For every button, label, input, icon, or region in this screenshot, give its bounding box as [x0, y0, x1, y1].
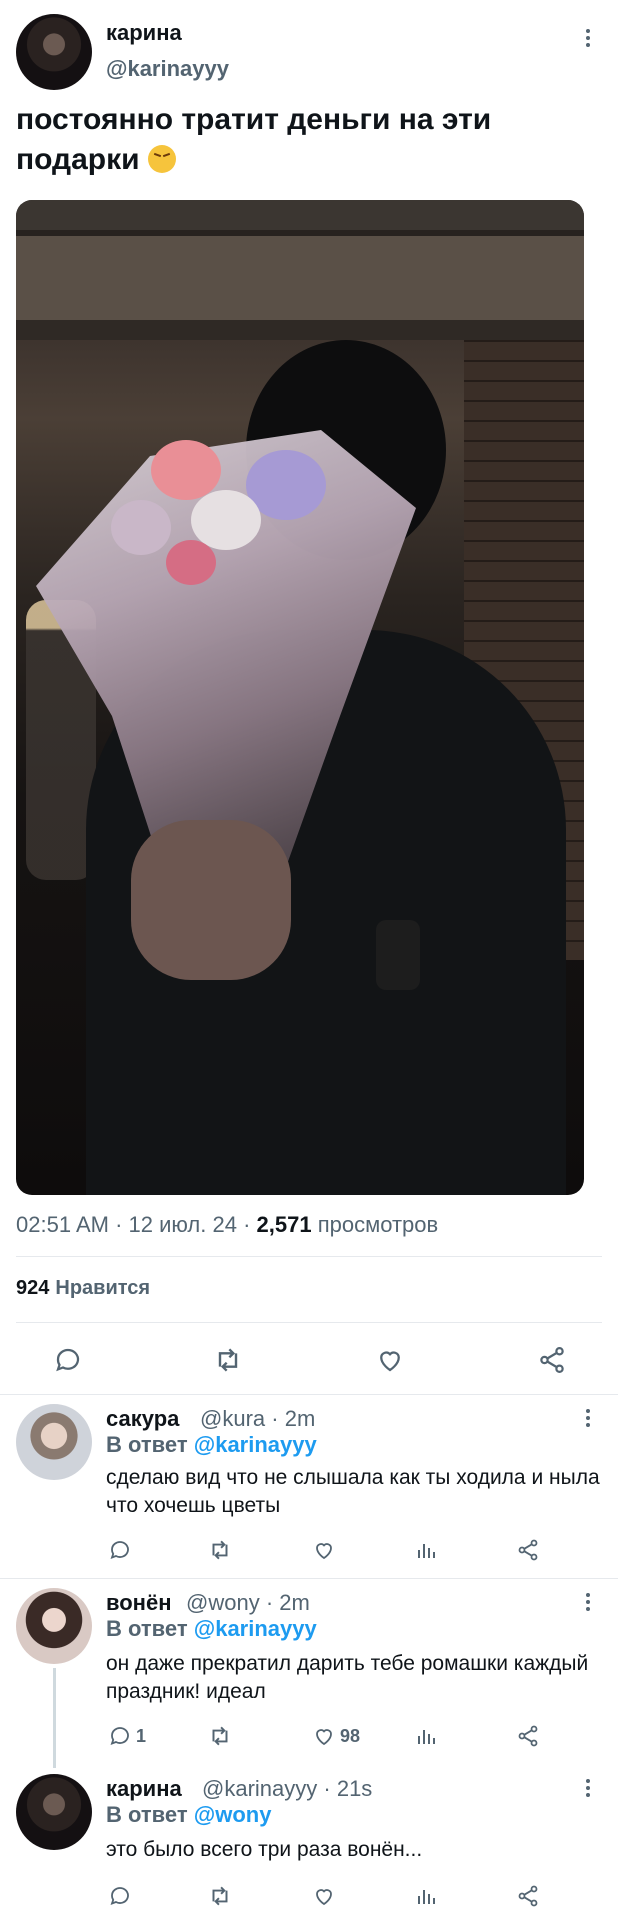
reply-to-prefix: В ответ — [106, 1432, 188, 1457]
more-icon[interactable] — [576, 1776, 600, 1800]
reply-handle[interactable]: @karinayyy — [202, 1776, 317, 1801]
reply-text: он даже прекратил дарить тебе ромашки ка… — [106, 1652, 589, 1703]
reply-text: это было всего три раза вонён... — [106, 1838, 423, 1861]
thread-line — [53, 1668, 56, 1768]
share-icon[interactable] — [514, 1722, 542, 1750]
reply-to-line: В ответ @karinayyy — [106, 1616, 317, 1642]
reply-to-prefix: В ответ — [106, 1616, 188, 1641]
tweet-date[interactable]: 12 июл. 24 — [129, 1212, 237, 1237]
reply-text: сделаю вид что не слышала как ты ходила … — [106, 1466, 600, 1517]
reply-to-prefix: В ответ — [106, 1802, 188, 1827]
reply-avatar[interactable] — [16, 1404, 92, 1480]
reply-to-mention[interactable]: @karinayyy — [194, 1616, 317, 1641]
tweet-text-content: постоянно тратит деньги на эти подарки — [16, 103, 492, 176]
likes-label: Нравится — [55, 1277, 151, 1299]
reply-age: 2m — [279, 1590, 310, 1615]
views-count: 2,571 — [256, 1212, 312, 1237]
views-icon[interactable] — [412, 1882, 440, 1910]
meta-separator: · — [243, 1212, 257, 1237]
photo-watch — [376, 920, 420, 990]
divider — [0, 1578, 618, 1579]
reply-name[interactable]: карина — [106, 1776, 182, 1802]
more-icon[interactable] — [576, 1406, 600, 1430]
tweet-photo[interactable] — [16, 200, 584, 1195]
reply-handle-line: @karinayyy · 21s — [202, 1776, 373, 1801]
retweet-icon[interactable] — [206, 1536, 234, 1564]
retweet-icon[interactable] — [206, 1722, 234, 1750]
like-count: 98 — [340, 1726, 361, 1746]
photo-hands — [131, 820, 291, 980]
more-icon[interactable] — [576, 1590, 600, 1614]
more-icon[interactable] — [576, 26, 600, 50]
reply-to-mention[interactable]: @wony — [194, 1802, 272, 1827]
heart-icon[interactable] — [310, 1882, 338, 1910]
tweet-time[interactable]: 02:51 AM — [16, 1212, 109, 1237]
views-icon[interactable] — [412, 1722, 440, 1750]
likes-summary[interactable]: 924 Нравится — [16, 1277, 150, 1300]
reply-handle[interactable]: @kura — [200, 1406, 265, 1431]
share-icon[interactable] — [514, 1536, 542, 1564]
weary-face-icon — [147, 145, 176, 173]
reply-handle-line: @wony · 2m — [186, 1590, 310, 1615]
views-icon[interactable] — [412, 1536, 440, 1564]
photo-flower — [191, 490, 261, 550]
author-avatar[interactable] — [16, 14, 92, 90]
reply-age: 2m — [284, 1406, 316, 1431]
likes-count: 924 — [16, 1277, 50, 1299]
reply-icon[interactable] — [106, 1536, 134, 1564]
reply-name[interactable]: сакура — [106, 1406, 179, 1432]
photo-flower — [166, 540, 216, 585]
photo-flower — [151, 440, 221, 500]
photo-ceiling — [16, 200, 584, 340]
heart-icon[interactable] — [310, 1536, 338, 1564]
reply-icon[interactable] — [106, 1722, 134, 1750]
reply-count: 1 — [136, 1726, 147, 1746]
tweet-text: постоянно тратит деньги на эти подарки — [16, 100, 596, 180]
share-icon[interactable] — [534, 1342, 570, 1378]
reply-icon[interactable] — [106, 1882, 134, 1910]
photo-flower — [111, 500, 171, 555]
divider — [0, 1394, 618, 1395]
reply-icon[interactable] — [50, 1342, 86, 1378]
retweet-icon[interactable] — [206, 1882, 234, 1910]
heart-icon[interactable] — [372, 1342, 408, 1378]
meta-separator: · — [115, 1212, 129, 1237]
reply-handle[interactable]: @wony — [186, 1590, 260, 1615]
author-handle[interactable]: @karinayyy — [106, 56, 229, 82]
heart-icon[interactable] — [310, 1722, 338, 1750]
tweet-meta: 02:51 AM · 12 июл. 24 · 2,571 просмотров — [16, 1212, 438, 1238]
reply-to-line: В ответ @karinayyy — [106, 1432, 317, 1458]
reply-name[interactable]: вонён — [106, 1590, 171, 1616]
divider — [16, 1256, 602, 1257]
views-label: просмотров — [317, 1212, 439, 1237]
retweet-icon[interactable] — [210, 1342, 246, 1378]
reply-age: 21s — [336, 1776, 373, 1801]
divider — [16, 1322, 602, 1323]
share-icon[interactable] — [514, 1882, 542, 1910]
author-name[interactable]: карина — [106, 20, 182, 46]
reply-avatar[interactable] — [16, 1588, 92, 1664]
reply-to-line: В ответ @wony — [106, 1802, 271, 1828]
reply-to-mention[interactable]: @karinayyy — [194, 1432, 317, 1457]
reply-avatar[interactable] — [16, 1774, 92, 1850]
reply-handle-line: @kura · 2m — [200, 1406, 316, 1431]
